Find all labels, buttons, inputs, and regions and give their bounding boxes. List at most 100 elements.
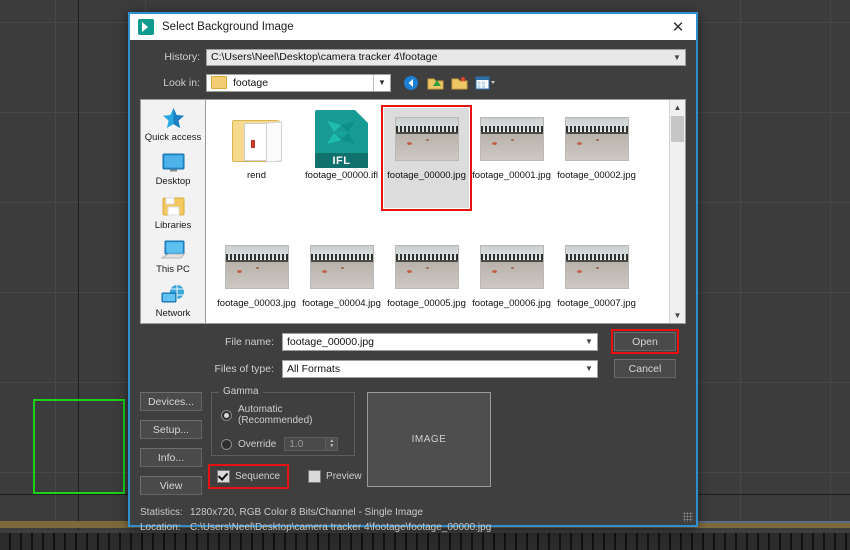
sidebar-item-quick-access[interactable]: Quick access [141,106,205,143]
list-item-selected[interactable]: footage_00000.jpg [381,105,472,211]
list-item[interactable]: rend [214,108,299,208]
list-item[interactable]: footage_00004.jpg [299,236,384,323]
cancel-button[interactable]: Cancel [614,359,676,378]
statistics-label: Statistics: [140,507,183,518]
desktop-icon [160,150,187,175]
list-item[interactable]: footage_00007.jpg [554,236,639,323]
vertical-scrollbar[interactable]: ▲ ▼ [669,100,685,323]
sidebar-item-desktop[interactable]: Desktop [141,150,205,187]
look-in-combobox[interactable]: footage ▼ [206,73,391,92]
gamma-override-radio-row[interactable]: Override 1.0 ▲ ▼ [221,437,354,451]
app-icon [138,19,154,35]
scrollbar-thumb[interactable] [671,116,684,142]
computer-icon [159,238,187,263]
nav-icon-group [403,75,495,91]
preview-label: Preview [326,470,362,482]
back-icon[interactable] [403,75,420,91]
sequence-label: Sequence [235,470,281,482]
file-name-input[interactable]: footage_00000.jpg ▼ [282,332,598,351]
setup-button[interactable]: Setup... [140,420,202,439]
scroll-down-icon[interactable]: ▼ [670,308,685,323]
scroll-up-icon[interactable]: ▲ [670,100,685,115]
image-thumbnail [479,117,544,161]
preview-checkbox-row[interactable]: Preview [308,469,362,483]
file-name-label: footage_00002.jpg [557,170,636,181]
files-of-type-row: Files of type: All Formats ▼ Cancel [130,359,696,378]
view-button[interactable]: View [140,476,202,495]
up-folder-icon[interactable] [427,75,444,91]
radio-icon[interactable] [221,409,232,421]
thumbnail [559,108,635,170]
file-name-label: footage_00004.jpg [302,298,381,309]
resize-grip[interactable] [683,512,693,522]
gamma-override-label: Override [238,438,277,450]
folder-icon [230,114,284,164]
list-item[interactable]: footage_00006.jpg [469,236,554,323]
thumbnail [474,108,550,170]
new-folder-icon[interactable] [451,75,468,91]
files-of-type-combobox[interactable]: All Formats ▼ [282,359,598,378]
thumbnail [389,236,465,298]
file-list[interactable]: rend IFL footage_00000.ifl footage_00000… [206,99,686,324]
sidebar-item-label: Quick access [144,132,202,143]
file-name-label: rend [246,170,266,181]
checkbox-icon[interactable] [217,469,230,483]
list-item[interactable]: footage_00005.jpg [384,236,469,323]
gamma-group-title: Gamma [219,386,263,397]
image-preview-box: IMAGE [367,392,491,487]
sidebar-item-label: Libraries [154,220,192,231]
lower-panel: Devices... Setup... Info... View Gamma A… [140,386,686,495]
dialog-title-bar[interactable]: Select Background Image ✕ [130,14,696,41]
list-item[interactable]: footage_00001.jpg [469,108,554,208]
dialog-body: History: C:\Users\Neel\Desktop\camera tr… [130,40,696,533]
gamma-override-value: 1.0 [289,438,304,450]
sidebar-item-label: This PC [156,264,190,275]
libraries-icon [160,194,187,219]
image-thumbnail [394,117,459,161]
location-value: C:\Users\Neel\Desktop\camera tracker 4\f… [190,522,492,533]
thumbnail [304,236,380,298]
open-button[interactable]: Open [611,329,679,354]
thumbnail [559,236,635,298]
look-in-label: Look in: [163,76,200,89]
folder-icon [211,76,227,89]
gamma-automatic-label: Automatic (Recommended) [238,404,313,426]
image-thumbnail [564,245,629,289]
chevron-down-icon[interactable]: ▼ [669,50,685,65]
list-item[interactable]: IFL footage_00000.ifl [299,108,384,208]
list-item[interactable]: footage_00003.jpg [214,236,299,323]
chevron-down-icon[interactable]: ▼ [581,361,597,377]
radio-icon[interactable] [221,438,232,450]
image-thumbnail [394,245,459,289]
sequence-checkbox-row[interactable]: Sequence [207,463,290,489]
list-item[interactable]: footage_00002.jpg [554,108,639,208]
checkbox-icon[interactable] [308,469,322,483]
close-icon[interactable]: ✕ [660,14,696,40]
gamma-automatic-radio-row[interactable]: Automatic (Recommended) [221,404,354,426]
files-of-type-label: Files of type: [214,362,274,375]
devices-button[interactable]: Devices... [140,392,202,411]
look-in-value: footage [233,76,269,89]
views-icon[interactable] [475,75,495,91]
thumbnail [219,108,295,170]
file-name-label: footage_00000.jpg [387,170,466,181]
chevron-down-icon[interactable]: ▼ [581,334,597,350]
file-name-label: footage_00001.jpg [472,170,551,181]
file-name-label: footage_00007.jpg [557,298,636,309]
sidebar-item-this-pc[interactable]: This PC [141,238,205,275]
gamma-override-spinner[interactable]: 1.0 ▲ ▼ [284,437,339,451]
sidebar-item-network[interactable]: Network [141,282,205,319]
history-combobox[interactable]: C:\Users\Neel\Desktop\camera tracker 4\f… [206,48,686,66]
image-thumbnail [224,245,289,289]
browse-area: Quick access Desktop Libraries This PC N… [140,99,686,324]
sidebar-item-libraries[interactable]: Libraries [141,194,205,231]
network-icon [160,282,187,307]
spinner-arrows-icon[interactable]: ▲ ▼ [325,438,338,450]
file-name-label: footage_00005.jpg [387,298,466,309]
ifl-badge: IFL [315,153,368,168]
info-button[interactable]: Info... [140,448,202,467]
chevron-down-icon[interactable]: ▼ [374,78,390,87]
image-thumbnail [564,117,629,161]
status-info: Statistics: 1280x720, RGB Color 8 Bits/Ch… [140,505,696,535]
star-icon [160,106,187,131]
